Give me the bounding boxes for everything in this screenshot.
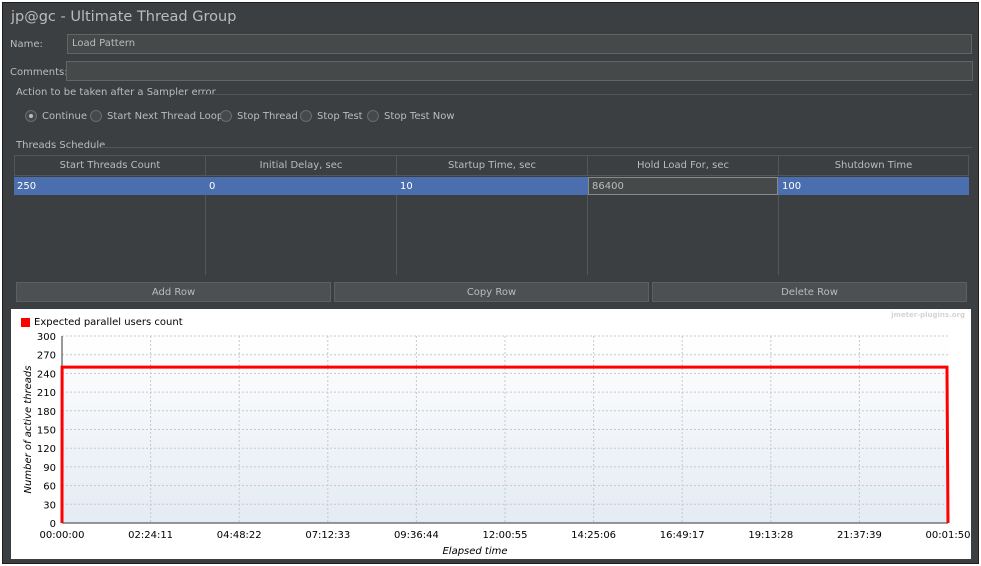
table-cell[interactable]: 10 [397, 177, 587, 195]
radio-stop-test-now[interactable]: Stop Test Now [367, 110, 455, 122]
y-tick-label: 0 [50, 519, 56, 530]
radio-label: Continue [42, 110, 87, 122]
radio-unselected-icon [300, 110, 312, 122]
ultimate-thread-group-panel: jp@gc - Ultimate Thread Group Name: Load… [2, 2, 979, 564]
table-cell-editing[interactable]: 86400 [588, 177, 778, 195]
table-row[interactable]: 250 0 10 86400 100 [14, 177, 969, 195]
radio-continue[interactable]: Continue [25, 110, 87, 122]
column-header[interactable]: Start Threads Count [14, 155, 206, 176]
radio-unselected-icon [90, 110, 102, 122]
y-axis-label: Number of active threads [23, 366, 34, 494]
x-axis-label: Elapsed time [442, 546, 507, 557]
radio-label: Stop Test [317, 110, 363, 122]
sampler-error-divider [199, 94, 972, 95]
y-tick-label: 60 [43, 482, 56, 493]
x-tick-label: 09:36:44 [394, 530, 439, 541]
radio-stop-test[interactable]: Stop Test [300, 110, 363, 122]
y-tick-label: 30 [43, 500, 56, 511]
chart-plot: 0 30 60 90 120 150 180 210 240 270 300 00:00:00 02:2… [23, 332, 971, 557]
column-header[interactable]: Hold Load For, sec [587, 155, 779, 176]
x-tick-label: 21:37:39 [837, 530, 882, 541]
add-row-button[interactable]: Add Row [16, 282, 331, 302]
x-tick-label: 02:24:11 [128, 530, 173, 541]
y-tick-label: 270 [37, 351, 56, 362]
threads-schedule-divider [101, 147, 972, 148]
table-cell[interactable]: 0 [206, 177, 396, 195]
x-tick-label: 16:49:17 [660, 530, 705, 541]
y-tick-label: 240 [37, 369, 56, 380]
x-tick-label: 07:12:33 [305, 530, 350, 541]
x-tick-label: 12:00:55 [483, 530, 528, 541]
sampler-error-legend: Action to be taken after a Sampler error [16, 87, 216, 98]
delete-row-button[interactable]: Delete Row [652, 282, 967, 302]
table-cell[interactable]: 250 [14, 177, 205, 195]
y-tick-label: 300 [37, 332, 56, 343]
expected-users-chart: jmeter-plugins.org Expected parallel use… [11, 309, 971, 559]
radio-selected-icon [25, 110, 37, 122]
x-tick-label: 00:00:00 [40, 530, 85, 541]
name-field[interactable]: Load Pattern [67, 34, 972, 54]
radio-unselected-icon [220, 110, 232, 122]
column-header[interactable]: Startup Time, sec [396, 155, 588, 176]
column-header[interactable]: Shutdown Time [778, 155, 969, 176]
x-tick-label: 04:48:22 [217, 530, 262, 541]
radio-label: Stop Thread [237, 110, 298, 122]
x-tick-label: 14:25:06 [571, 530, 616, 541]
x-tick-label: 00:01:50 [926, 530, 971, 541]
comments-label: Comments: [10, 67, 68, 78]
panel-title: jp@gc - Ultimate Thread Group [11, 9, 237, 25]
y-tick-label: 180 [37, 407, 56, 418]
radio-label: Stop Test Now [384, 110, 455, 122]
y-tick-label: 120 [37, 444, 56, 455]
table-cell[interactable]: 100 [779, 177, 969, 195]
radio-unselected-icon [367, 110, 379, 122]
threads-schedule-legend: Threads Schedule [16, 140, 106, 151]
x-tick-label: 19:13:28 [748, 530, 793, 541]
name-label: Name: [10, 39, 43, 50]
radio-start-next-thread-loop[interactable]: Start Next Thread Loop [90, 110, 223, 122]
y-tick-label: 210 [37, 388, 56, 399]
y-tick-label: 90 [43, 463, 56, 474]
copy-row-button[interactable]: Copy Row [334, 282, 649, 302]
radio-label: Start Next Thread Loop [107, 110, 224, 122]
radio-stop-thread[interactable]: Stop Thread [220, 110, 298, 122]
threads-schedule-table: Start Threads Count Initial Delay, sec S… [14, 155, 969, 275]
y-tick-label: 150 [37, 426, 56, 437]
comments-field[interactable] [66, 61, 973, 81]
column-header[interactable]: Initial Delay, sec [205, 155, 397, 176]
